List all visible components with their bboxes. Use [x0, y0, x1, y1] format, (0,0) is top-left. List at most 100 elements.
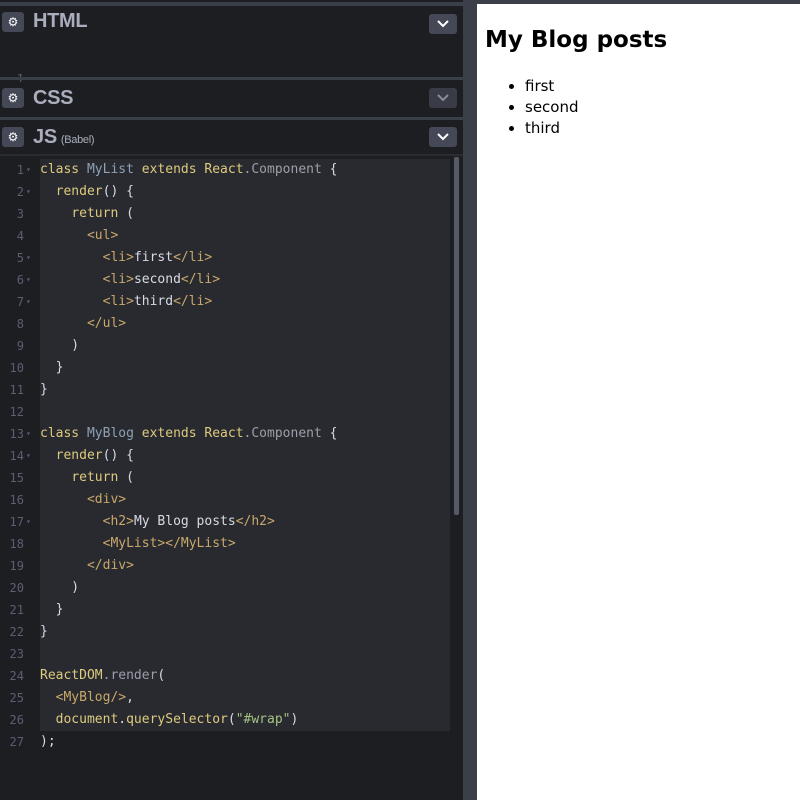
code-line: 26 document.querySelector("#wrap") [0, 709, 463, 731]
fold-toggle-icon[interactable]: ▾ [26, 445, 31, 467]
line-number: 18 [9, 537, 24, 551]
line-number: 16 [9, 493, 24, 507]
header-border [0, 154, 463, 156]
line-number: 17 [9, 515, 24, 529]
js-panel-header: ⚙ JS (Babel) [0, 121, 463, 155]
line-number: 20 [9, 581, 24, 595]
line-number: 2 [16, 185, 24, 199]
code-text: } [40, 624, 48, 639]
line-number: 27 [9, 735, 24, 749]
code-line: 18 <MyList></MyList> [0, 533, 463, 555]
code-text: render() { [55, 448, 134, 463]
code-line: 17 ▾ <h2>My Blog posts</h2> [0, 511, 463, 533]
fold-toggle-icon[interactable]: ▾ [26, 511, 31, 533]
preview-list: first second third [525, 76, 579, 139]
code-text: document.querySelector("#wrap") [55, 712, 299, 727]
preview-list-item: third [525, 118, 579, 139]
code-text: return ( [71, 470, 134, 485]
code-line: 4 <ul> [0, 225, 463, 247]
code-text: <li>third</li> [102, 294, 213, 309]
css-settings-button[interactable]: ⚙ [2, 88, 24, 108]
fold-toggle-icon[interactable]: ▾ [26, 269, 31, 291]
fold-toggle-icon[interactable]: ▾ [26, 159, 31, 181]
line-number: 7 [16, 295, 24, 309]
panel-divider[interactable] [0, 117, 463, 120]
code-text: </div> [86, 558, 134, 573]
line-number: 3 [16, 207, 24, 221]
html-collapse-button[interactable] [429, 14, 457, 34]
code-line: 16 <div> [0, 489, 463, 511]
code-line: 1 <div id="wrap"></div> [0, 46, 463, 108]
line-number: 23 [9, 647, 24, 661]
code-line: 11} [0, 379, 463, 401]
css-collapse-button[interactable] [429, 88, 457, 108]
code-line: 3 return ( [0, 203, 463, 225]
code-line: 7 ▾ <li>third</li> [0, 291, 463, 313]
line-number: 13 [9, 427, 24, 441]
fold-toggle-icon[interactable]: ▾ [26, 291, 31, 313]
code-text: ) [40, 580, 80, 595]
css-panel-header: ⚙ CSS [0, 82, 463, 116]
code-line: 10 } [0, 357, 463, 379]
code-text: class MyBlog extends React.Component { [40, 426, 338, 441]
js-settings-button[interactable]: ⚙ [2, 127, 24, 147]
preview-list-item: first [525, 76, 579, 97]
line-number: 5 [16, 251, 24, 265]
code-text: <li>second</li> [102, 272, 221, 287]
code-line: 24 ReactDOM.render( [0, 665, 463, 687]
fold-toggle-icon[interactable]: ▾ [26, 423, 31, 445]
html-panel-header: ⚙ HTML [0, 6, 463, 40]
line-number: 12 [9, 405, 24, 419]
code-text: <ul> [86, 228, 119, 243]
code-line: 23 [0, 643, 463, 665]
line-number: 21 [9, 603, 24, 617]
preview-heading: My Blog posts [485, 27, 668, 53]
code-line: 9 ) [0, 335, 463, 357]
html-code-editor[interactable]: 1 <div id="wrap"></div> [0, 44, 463, 108]
code-text: } [40, 360, 64, 375]
code-text: render() { [55, 184, 134, 199]
line-number: 9 [16, 339, 24, 353]
code-line: 27); [0, 731, 463, 753]
css-panel-title: CSS [33, 87, 74, 109]
line-number: 22 [9, 625, 24, 639]
result-preview: My Blog posts first second third [477, 0, 800, 800]
code-line: 2 ▾ render() { [0, 181, 463, 203]
js-collapse-button[interactable] [429, 127, 457, 147]
line-number: 25 [9, 691, 24, 705]
code-text: </ul> [86, 316, 127, 331]
code-text: } [40, 382, 48, 397]
code-text: class MyList extends React.Component { [40, 162, 338, 177]
chevron-down-icon [437, 133, 449, 141]
gear-icon: ⚙ [7, 130, 19, 144]
line-number: 1 [16, 163, 24, 177]
chevron-down-icon [437, 20, 449, 28]
editor-column: ⚙ HTML 1 <div id="wrap"></div> ⚙ CSS ⚙ J… [0, 0, 463, 800]
code-line: 13 ▾ class MyBlog extends React.Component … [0, 423, 463, 445]
js-code-editor[interactable]: 1 ▾ class MyList extends React.Component {… [0, 159, 463, 759]
code-line: 20 ) [0, 577, 463, 599]
fold-toggle-icon[interactable]: ▾ [26, 181, 31, 203]
code-text: return ( [71, 206, 134, 221]
chevron-down-icon [437, 94, 449, 102]
line-number: 14 [9, 449, 24, 463]
pane-resize-handle[interactable] [463, 0, 477, 800]
line-number: 24 [9, 669, 24, 683]
html-settings-button[interactable]: ⚙ [2, 12, 24, 32]
code-line: 25 <MyBlog/>, [0, 687, 463, 709]
gear-icon: ⚙ [7, 15, 19, 29]
line-number: 10 [9, 361, 24, 375]
fold-toggle-icon[interactable]: ▾ [26, 247, 31, 269]
code-line: 15 return ( [0, 467, 463, 489]
code-line: 22} [0, 621, 463, 643]
panel-divider[interactable] [0, 77, 463, 80]
code-text: } [40, 602, 64, 617]
line-number: 6 [16, 273, 24, 287]
line-number: 19 [9, 559, 24, 573]
line-number: 4 [16, 229, 24, 243]
code-line: 8 </ul> [0, 313, 463, 335]
code-text: <MyBlog/>, [55, 690, 134, 705]
line-number: 26 [9, 713, 24, 727]
code-text: <MyList></MyList> [102, 536, 236, 551]
gear-icon: ⚙ [7, 91, 19, 105]
